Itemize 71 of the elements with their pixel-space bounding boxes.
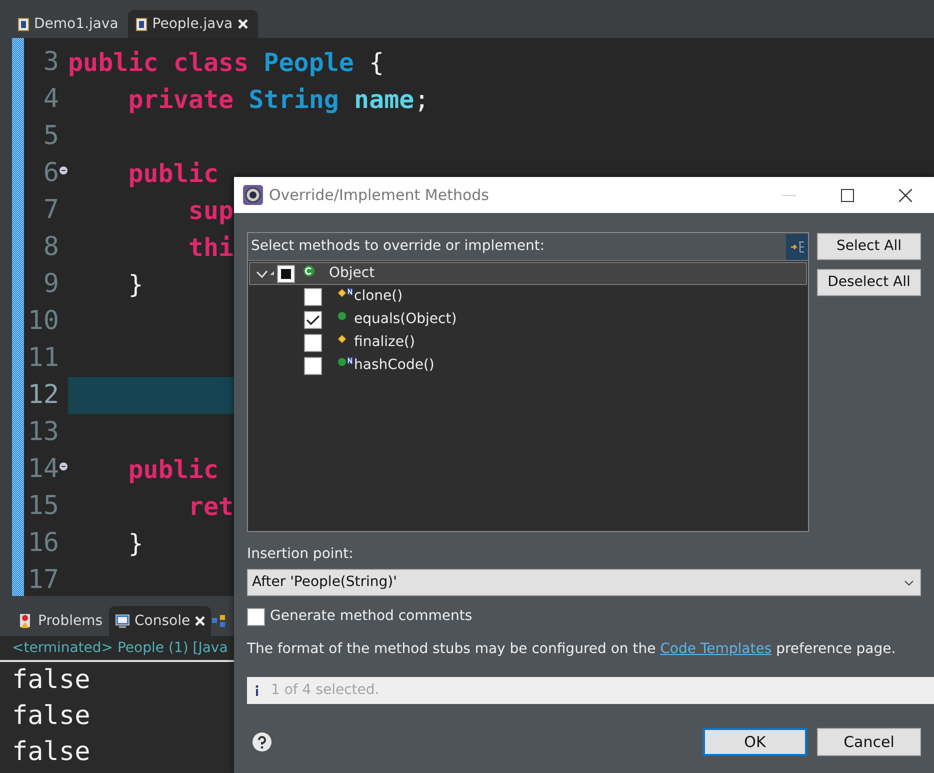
mixed-icon [279,266,293,280]
code-line: } [127,270,144,299]
help-icon [252,732,272,752]
cancel-button[interactable]: Cancel [817,728,921,756]
java-file-icon [18,18,29,30]
code-line: ret [187,492,234,521]
method-item[interactable]: equals(Object) [354,309,457,330]
java-file-icon [136,18,148,30]
status-text: 1 of 4 selected. [271,681,380,700]
code-line: sup [187,196,234,225]
line-number: 3 [42,46,60,79]
line-number: 4 [42,83,60,116]
code-line: thi [187,233,234,262]
line-number: 8 [42,231,60,264]
dropdown-caret-icon [904,580,914,586]
checkbox[interactable] [304,356,322,374]
editor-tab[interactable]: People.java [128,10,258,38]
checkbox[interactable] [304,334,322,352]
warning-icon [18,613,33,629]
code-line: } [127,529,144,558]
line-number: 14 [24,450,68,489]
insertion-label: Insertion point: [247,545,354,564]
dialog-title: Override/Implement Methods [269,184,489,206]
line-number: 13 [26,416,60,449]
panel-tab[interactable]: Console [108,606,212,636]
line-number: 5 [42,120,60,153]
line-number: 15 [26,490,60,523]
editor-tab[interactable]: Demo1.java [10,10,128,38]
method-item[interactable]: hashCode() [354,355,434,376]
checkbox[interactable] [247,608,265,626]
code-line: public [127,455,219,484]
close-icon [898,188,912,202]
line-number: 10 [26,305,60,338]
method-item[interactable]: finalize() [354,332,415,353]
insertion-point-dropdown[interactable]: After 'People(String)' [247,569,921,596]
line-number: 7 [42,194,60,227]
console-output: false [12,700,92,733]
info-icon [255,685,259,696]
select-all-button[interactable]: Select All [817,233,921,260]
deselect-all-button[interactable]: Deselect All [817,269,921,296]
line-number: 12 [26,379,60,412]
line-number: 16 [26,527,60,560]
checkbox[interactable] [304,288,322,306]
tree-item[interactable]: Object [329,263,375,284]
info-text: The format of the method stubs may be configured on the Code Templates preference page. [247,640,897,659]
line-number: 9 [42,268,60,301]
nodes-icon [211,613,226,629]
monitor-icon [114,613,130,629]
ok-button[interactable]: OK [703,728,807,756]
line-number: 6 [24,154,68,193]
close-icon [238,19,248,29]
collapse-icon [790,240,804,254]
panel-tab[interactable]: Problems [12,606,109,636]
code-line: public class People { [68,48,384,77]
code-line: private String name; [127,85,430,114]
line-number: 17 [26,564,60,597]
console-output: false [12,664,92,697]
class-icon [303,264,315,276]
checkbox-label[interactable]: Generate method comments [270,606,472,627]
method-item[interactable]: clone() [354,286,403,307]
collapse-button[interactable] [786,234,808,260]
maximize-icon [840,188,854,202]
eclipse-gear-icon [243,185,263,205]
code-line: public [127,159,219,188]
minimize-icon [782,194,796,196]
list-label: Select methods to override or implement: [251,237,545,256]
checkbox[interactable] [304,310,322,328]
console-output: false [12,736,92,769]
close-icon [195,616,206,626]
line-number: 11 [26,342,60,375]
checkbox[interactable] [277,264,295,282]
